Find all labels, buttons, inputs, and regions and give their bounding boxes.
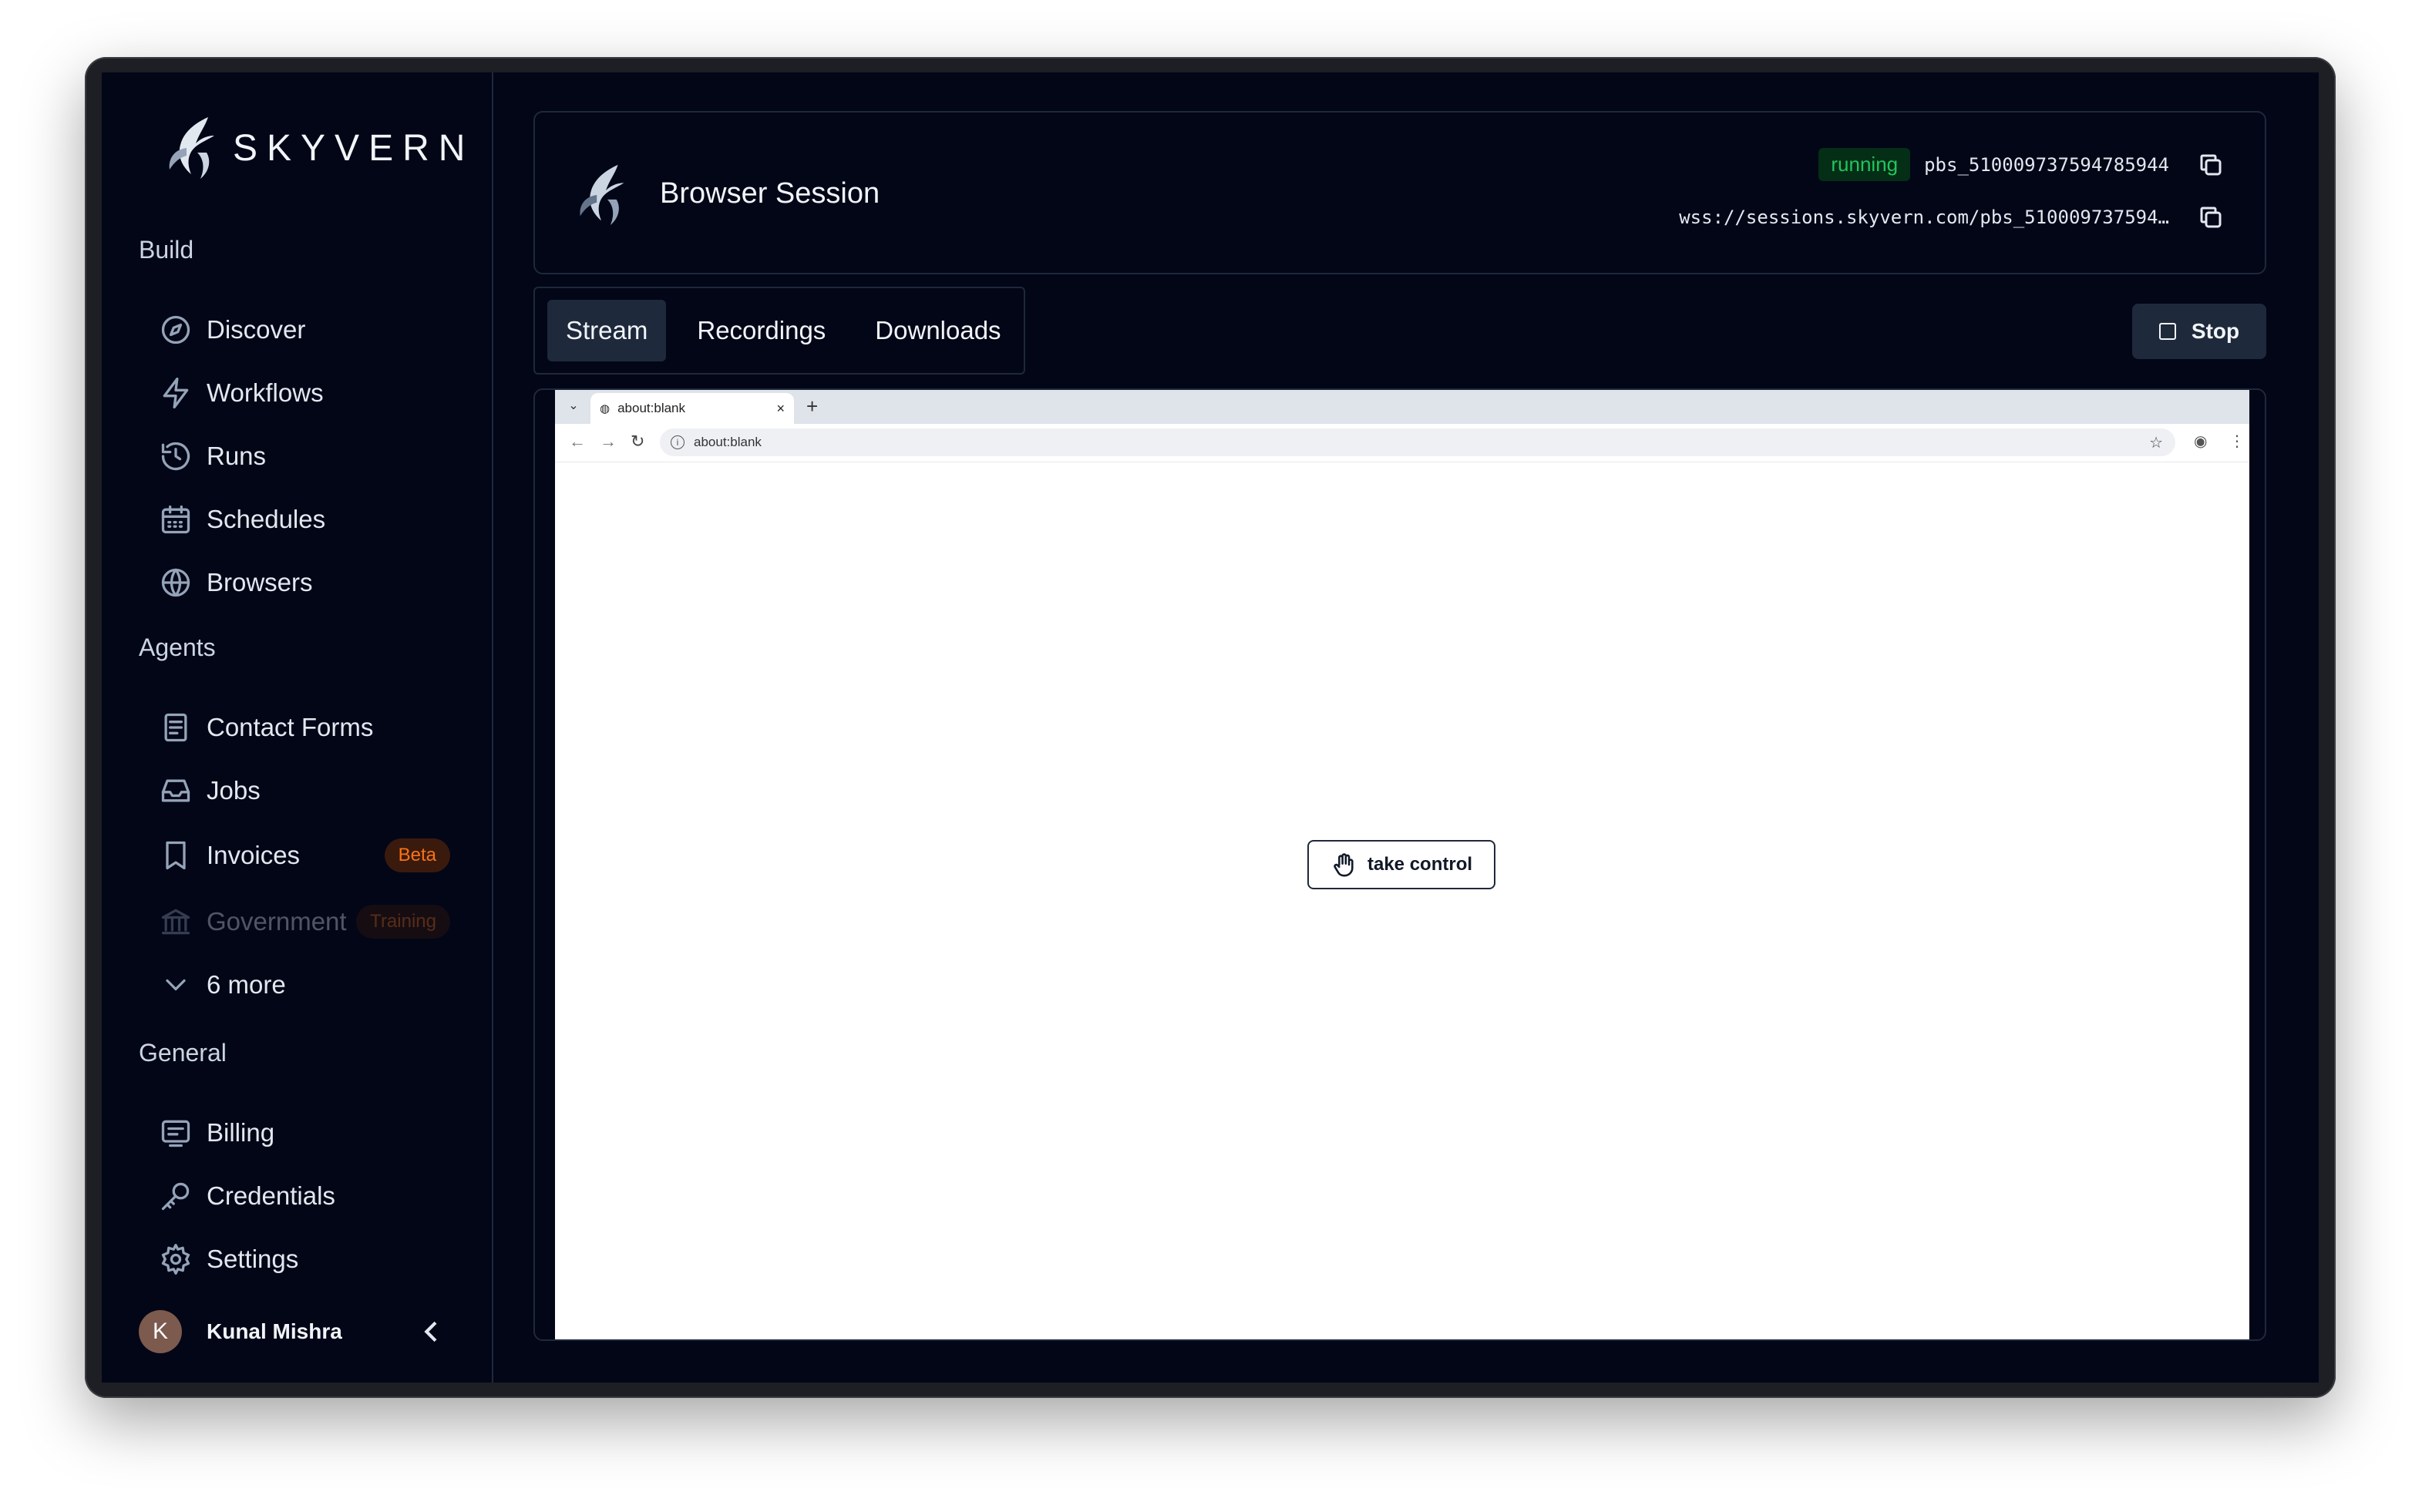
sidebar-show-more[interactable]: 6 more <box>157 960 450 1010</box>
globe-icon <box>157 564 194 601</box>
hand-icon <box>1334 853 1354 877</box>
sidebar-item-label: Discover <box>207 315 306 344</box>
chevron-down-icon <box>157 966 194 1003</box>
gear-icon <box>157 1241 194 1278</box>
take-control-button[interactable]: take control <box>1307 840 1495 889</box>
brand-name: SKYVERN <box>233 127 475 169</box>
document-icon <box>157 709 194 746</box>
sidebar-item-label: Schedules <box>207 505 326 533</box>
address-bar[interactable]: i about:blank ☆ <box>660 428 2175 456</box>
address-url: about:blank <box>694 435 762 449</box>
profile-icon[interactable]: ◉ <box>2194 432 2207 451</box>
websocket-url-row: wss://sessions.skyvern.com/pbs_510009737… <box>1679 203 2225 231</box>
user-name: Kunal Mishra <box>207 1319 342 1343</box>
key-icon <box>157 1178 194 1215</box>
sidebar-item-label: Billing <box>207 1118 275 1147</box>
back-icon[interactable]: ← <box>569 432 586 452</box>
brand-logo[interactable]: SKYVERN <box>163 113 474 183</box>
billing-icon <box>157 1114 194 1151</box>
sidebar-item-settings[interactable]: Settings <box>157 1235 450 1284</box>
sidebar-item-label: Invoices <box>207 841 301 869</box>
stream-viewport: ⌄ ◍ about:blank × + ← → ↻ i about:blank … <box>533 388 2266 1341</box>
menu-kebab-icon[interactable]: ⋮ <box>2229 432 2245 451</box>
browser-tab-title: about:blank <box>617 401 685 415</box>
site-info-icon[interactable]: i <box>671 435 685 449</box>
user-profile[interactable]: K Kunal Mishra <box>139 1309 447 1355</box>
section-title-build: Build <box>139 236 194 264</box>
calendar-icon <box>157 501 194 538</box>
collapse-sidebar-icon[interactable] <box>416 1316 447 1347</box>
bank-icon <box>157 903 194 940</box>
lightning-icon <box>157 375 194 412</box>
section-title-general: General <box>139 1039 227 1067</box>
take-control-label: take control <box>1367 854 1473 875</box>
session-tabs: Stream Recordings Downloads <box>533 287 1025 375</box>
copy-session-id-icon[interactable] <box>2197 151 2225 179</box>
bookmark-icon <box>157 837 194 874</box>
sidebar-item-runs[interactable]: Runs <box>157 432 450 481</box>
new-tab-icon[interactable]: + <box>806 395 818 418</box>
sidebar-item-government[interactable]: Government Training <box>157 897 450 946</box>
sidebar-item-invoices[interactable]: Invoices Beta <box>157 831 450 880</box>
session-id-row: running pbs_510009737594785944 <box>1818 148 2225 181</box>
sidebar-item-credentials[interactable]: Credentials <box>157 1171 450 1221</box>
sidebar-item-jobs[interactable]: Jobs <box>157 766 450 815</box>
websocket-url: wss://sessions.skyvern.com/pbs_510009737… <box>1679 207 2169 228</box>
reload-icon[interactable]: ↻ <box>631 432 644 452</box>
section-title-agents: Agents <box>139 633 216 661</box>
tab-recordings[interactable]: Recordings <box>678 300 844 361</box>
forward-icon[interactable]: → <box>600 432 617 452</box>
browser-tabstrip: ⌄ ◍ about:blank × + <box>555 390 2249 424</box>
status-badge: running <box>1818 148 1911 181</box>
browser-tab[interactable]: ◍ about:blank × <box>590 393 794 424</box>
sidebar-item-label: Jobs <box>207 776 261 805</box>
sidebar: SKYVERN Build Discover Workflows Runs Sc… <box>102 72 493 1383</box>
history-icon <box>157 438 194 475</box>
sidebar-item-workflows[interactable]: Workflows <box>157 368 450 418</box>
sidebar-item-label: Government <box>207 907 347 936</box>
copy-ws-url-icon[interactable] <box>2197 203 2225 231</box>
skyvern-dragon-icon <box>580 164 624 226</box>
compass-icon <box>157 311 194 348</box>
stop-label: Stop <box>2191 319 2240 343</box>
stop-button[interactable]: Stop <box>2132 304 2266 359</box>
app-window: SKYVERN Build Discover Workflows Runs Sc… <box>102 72 2319 1383</box>
training-badge: Training <box>356 905 450 939</box>
sidebar-item-label: 6 more <box>207 970 286 999</box>
sidebar-item-label: Contact Forms <box>207 713 374 741</box>
tab-stream[interactable]: Stream <box>547 300 667 361</box>
page-title: Browser Session <box>660 177 880 210</box>
sidebar-item-label: Browsers <box>207 568 313 596</box>
inbox-icon <box>157 772 194 809</box>
beta-badge: Beta <box>384 838 450 872</box>
sidebar-item-label: Runs <box>207 442 267 470</box>
tab-downloads[interactable]: Downloads <box>856 300 1019 361</box>
sidebar-item-contact-forms[interactable]: Contact Forms <box>157 703 450 752</box>
tab-search-chevron-icon[interactable]: ⌄ <box>564 398 583 416</box>
browser-toolbar: ← → ↻ i about:blank ☆ ◉ ⋮ <box>555 424 2249 462</box>
sidebar-item-browsers[interactable]: Browsers <box>157 558 450 607</box>
avatar: K <box>139 1310 182 1353</box>
sidebar-item-label: Settings <box>207 1245 299 1273</box>
close-tab-icon[interactable]: × <box>776 401 785 417</box>
globe-icon: ◍ <box>600 402 611 415</box>
bookmark-star-icon[interactable]: ☆ <box>2149 433 2163 452</box>
sidebar-item-discover[interactable]: Discover <box>157 305 450 354</box>
remote-browser[interactable]: ⌄ ◍ about:blank × + ← → ↻ i about:blank … <box>555 390 2249 1339</box>
sidebar-item-billing[interactable]: Billing <box>157 1108 450 1158</box>
session-id: pbs_510009737594785944 <box>1924 153 2169 176</box>
sidebar-item-label: Credentials <box>207 1181 335 1210</box>
session-header: Browser Session running pbs_510009737594… <box>533 111 2266 274</box>
sidebar-item-schedules[interactable]: Schedules <box>157 495 450 544</box>
skyvern-dragon-icon <box>169 117 214 179</box>
stop-icon <box>2158 323 2176 340</box>
sidebar-item-label: Workflows <box>207 378 324 407</box>
